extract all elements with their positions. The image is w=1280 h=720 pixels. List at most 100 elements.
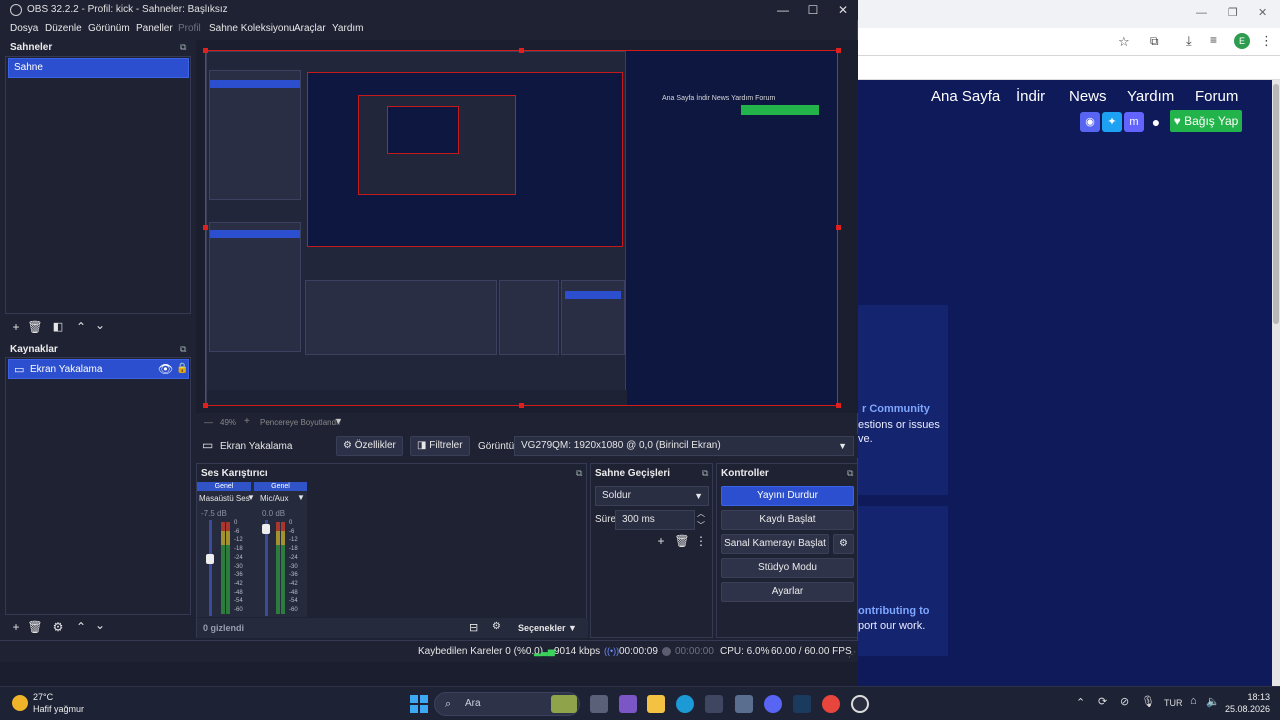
dock-float-icon[interactable]: ⧉	[702, 468, 708, 479]
nav-home[interactable]: Ana Sayfa	[931, 88, 1000, 105]
advanced-audio-icon[interactable]: ⚙	[492, 621, 501, 632]
close-button[interactable]: ✕	[828, 2, 858, 18]
resize-handle[interactable]	[836, 403, 841, 408]
move-up-icon[interactable]: ⌃	[73, 319, 89, 335]
lock-icon[interactable]: 🔒	[176, 363, 188, 374]
nav-help[interactable]: Yardım	[1127, 88, 1174, 105]
resize-handle[interactable]	[836, 48, 841, 53]
obs-icon[interactable]	[851, 695, 869, 713]
notification-icon[interactable]: ⊘	[1120, 695, 1129, 708]
display-select[interactable]: VG279QM: 1920x1080 @ 0,0 (Birincil Ekran…	[514, 436, 854, 456]
resize-handle[interactable]	[519, 48, 524, 53]
filters-icon[interactable]: ◧	[50, 319, 66, 335]
menu-view[interactable]: Görünüm	[88, 23, 130, 34]
trash-icon[interactable]: 🗑	[27, 319, 43, 335]
m365-icon[interactable]	[619, 695, 637, 713]
mastodon-icon[interactable]: m	[1124, 112, 1144, 132]
zoom-in-icon[interactable]: +	[244, 416, 250, 427]
close-icon[interactable]: ✕	[1258, 6, 1267, 19]
nav-news[interactable]: News	[1069, 88, 1107, 105]
edge-icon[interactable]	[676, 695, 694, 713]
virtual-camera-button[interactable]: Sanal Kamerayı Başlat	[721, 534, 829, 554]
chevron-down-icon[interactable]: ▼	[334, 416, 343, 426]
download-icon[interactable]: ⤓	[1186, 33, 1192, 49]
volume-slider-track[interactable]	[265, 520, 268, 616]
star-icon[interactable]: ☆	[1118, 34, 1130, 50]
add-scene-button[interactable]: +	[8, 319, 24, 335]
menu-help[interactable]: Yardım	[332, 23, 364, 34]
task-view-icon[interactable]	[590, 695, 608, 713]
settings-app-icon[interactable]	[735, 695, 753, 713]
studio-mode-button[interactable]: Stüdyo Modu	[721, 558, 854, 578]
resize-handle[interactable]	[203, 225, 208, 230]
volume-slider-track[interactable]	[209, 520, 212, 616]
windows-start-icon[interactable]	[410, 695, 428, 713]
nav-forum[interactable]: Forum	[1195, 88, 1238, 105]
volume-slider-handle[interactable]	[262, 524, 270, 535]
chevron-down-icon[interactable]: ▼	[247, 493, 255, 502]
stop-stream-button[interactable]: Yayını Durdur	[721, 486, 854, 506]
profile-avatar[interactable]: E	[1234, 33, 1250, 49]
trash-icon[interactable]: 🗑	[27, 619, 43, 635]
gear-icon[interactable]: ⚙	[50, 619, 66, 635]
zoom-out-icon[interactable]: —	[204, 417, 213, 427]
volume-slider-handle[interactable]	[206, 554, 214, 565]
network-icon[interactable]: ⌂	[1190, 695, 1197, 707]
source-item[interactable]: ▭ Ekran Yakalama 👁 🔒	[8, 359, 189, 379]
settings-button[interactable]: Ayarlar	[721, 582, 854, 602]
dock-float-icon[interactable]: ⧉	[180, 344, 186, 355]
start-recording-button[interactable]: Kaydı Başlat	[721, 510, 854, 530]
more-menu-icon[interactable]: ⋮	[1260, 33, 1273, 49]
dock-float-icon[interactable]: ⧉	[576, 468, 582, 479]
filters-button[interactable]: ◨ Filtreler	[410, 436, 470, 456]
dock-float-icon[interactable]: ⧉	[180, 42, 186, 53]
menu-scene-collection[interactable]: Sahne Koleksiyonu	[209, 23, 295, 34]
resize-grip-icon[interactable]: ⋰	[848, 650, 856, 659]
scene-item[interactable]: Sahne	[8, 58, 189, 78]
menu-file[interactable]: Dosya	[10, 23, 38, 34]
extensions-icon[interactable]: ⧉	[1150, 34, 1159, 49]
microphone-icon[interactable]: 🎙	[1141, 695, 1155, 708]
chevron-down-icon[interactable]: ﹀	[697, 520, 705, 531]
duration-input[interactable]: 300 ms	[615, 510, 695, 530]
scene-list[interactable]: Sahne	[5, 56, 191, 314]
reading-list-icon[interactable]: ≡	[1210, 33, 1217, 47]
resize-handle[interactable]	[203, 48, 208, 53]
eye-icon[interactable]: 👁	[158, 362, 173, 376]
restore-icon[interactable]: ❐	[1228, 6, 1238, 19]
clock-date[interactable]: 25.08.2026	[1222, 704, 1270, 714]
twitter-icon[interactable]: ✦	[1102, 112, 1122, 132]
menu-docks[interactable]: Paneller	[136, 23, 173, 34]
resize-handle[interactable]	[519, 403, 524, 408]
resize-handle[interactable]	[203, 403, 208, 408]
discord-icon[interactable]	[764, 695, 782, 713]
more-menu-icon[interactable]: ⋮	[693, 533, 709, 549]
chevron-down-icon[interactable]: ▼	[297, 493, 305, 502]
preview-canvas[interactable]: Ana Sayfa İndir News Yardım Forum	[205, 50, 838, 406]
chrome-icon[interactable]	[822, 695, 840, 713]
transition-type-select[interactable]: Soldur ▼	[595, 486, 709, 506]
source-list[interactable]: ▭ Ekran Yakalama 👁 🔒	[5, 357, 191, 615]
minimize-icon[interactable]: —	[1196, 7, 1207, 19]
chevron-up-icon[interactable]: ︿	[697, 508, 705, 519]
steam-icon[interactable]	[793, 695, 811, 713]
store-icon[interactable]	[705, 695, 723, 713]
weather-desc[interactable]: Hafif yağmur	[33, 704, 84, 714]
menu-profile[interactable]: Profil	[178, 23, 201, 34]
minimize-button[interactable]: —	[768, 2, 798, 18]
options-button[interactable]: Seçenekler ▼	[518, 623, 577, 633]
weather-icon[interactable]	[12, 695, 28, 711]
properties-button[interactable]: ⚙ Özellikler	[336, 436, 403, 456]
zoom-mode[interactable]: Pencereye Boyutlandır	[260, 418, 341, 427]
sync-icon[interactable]: ⟳	[1098, 695, 1107, 708]
donate-button[interactable]: ♥ Bağış Yap	[1170, 110, 1242, 132]
dock-float-icon[interactable]: ⧉	[847, 468, 853, 479]
trash-icon[interactable]: 🗑	[674, 533, 690, 549]
add-source-button[interactable]: +	[8, 619, 24, 635]
gear-icon[interactable]: ⚙	[833, 534, 854, 554]
move-down-icon[interactable]: ⌄	[92, 617, 108, 633]
weather-temp[interactable]: 27°C	[33, 692, 53, 702]
menu-edit[interactable]: Düzenle	[45, 23, 82, 34]
clock-time[interactable]: 18:13	[1230, 692, 1270, 702]
github-icon[interactable]: ●	[1146, 112, 1166, 132]
